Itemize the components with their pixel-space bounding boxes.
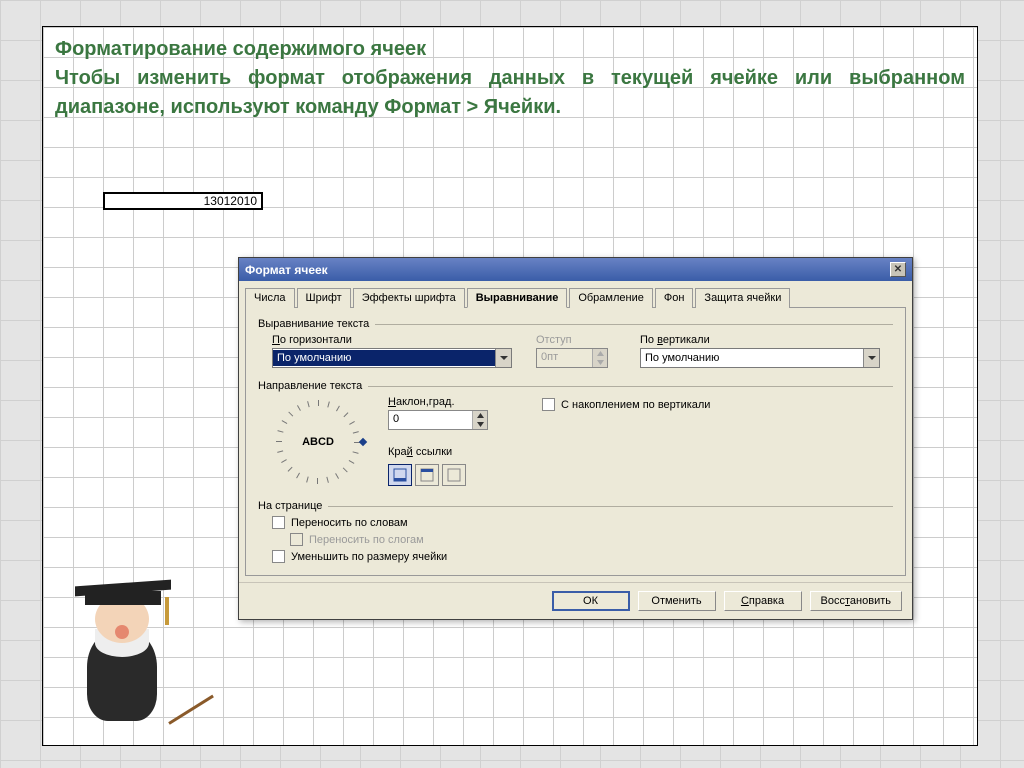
format-cells-dialog: Формат ячеек ✕ Числа Шрифт Эффекты шрифт… — [238, 257, 913, 620]
slide-body: Чтобы изменить формат отображения данных… — [55, 64, 965, 122]
tab-background[interactable]: Фон — [655, 288, 694, 308]
chevron-down-icon[interactable] — [863, 349, 879, 367]
shrink-checkbox[interactable]: Уменьшить по размеру ячейки — [272, 550, 893, 563]
indent-value: 0пт — [537, 349, 592, 367]
reset-button[interactable]: Восстановить — [810, 591, 902, 611]
tab-borders[interactable]: Обрамление — [569, 288, 653, 308]
ok-button[interactable]: ОК — [552, 591, 630, 611]
tilt-spinner[interactable]: 0 — [388, 410, 488, 430]
tab-font[interactable]: Шрифт — [297, 288, 351, 308]
spin-up-icon — [593, 349, 607, 358]
vertical-stack-checkbox[interactable]: С накоплением по вертикали — [542, 398, 710, 411]
ref-edge-1[interactable] — [388, 464, 412, 486]
tab-font-effects[interactable]: Эффекты шрифта — [353, 288, 465, 308]
horizontal-align-select[interactable]: По умолчанию — [272, 348, 512, 368]
tilt-value: 0 — [389, 411, 472, 429]
label-indent: Отступ — [536, 334, 616, 346]
wrap-words-label: Переносить по словам — [291, 517, 408, 529]
vertical-align-value: По умолчанию — [641, 350, 863, 366]
tab-numbers[interactable]: Числа — [245, 288, 295, 308]
horizontal-align-value: По умолчанию — [273, 350, 495, 366]
group-text-direction: Направление текста — [258, 380, 893, 392]
spreadsheet-cell: 13012010 — [103, 192, 263, 210]
shrink-label: Уменьшить по размеру ячейки — [291, 551, 447, 563]
tab-alignment[interactable]: Выравнивание — [467, 288, 568, 308]
help-button[interactable]: Справка — [724, 591, 802, 611]
vertical-stack-label: С накоплением по вертикали — [561, 399, 710, 411]
professor-illustration — [47, 561, 197, 731]
group-on-page: На странице — [258, 500, 893, 512]
close-icon[interactable]: ✕ — [890, 262, 906, 277]
dialog-title: Формат ячеек — [245, 263, 328, 277]
dialog-titlebar[interactable]: Формат ячеек ✕ — [239, 258, 912, 281]
wrap-words-checkbox[interactable]: Переносить по словам — [272, 516, 893, 529]
dialog-button-row: ОК Отменить Справка Восстановить — [239, 582, 912, 619]
label-tilt: Наклон,град. — [388, 396, 518, 408]
group-text-alignment: Выравнивание текста — [258, 318, 893, 330]
chevron-down-icon[interactable] — [495, 349, 511, 367]
wrap-syll-label: Переносить по слогам — [309, 534, 424, 546]
tab-strip: Числа Шрифт Эффекты шрифта Выравнивание … — [239, 281, 912, 307]
checkbox-icon — [542, 398, 555, 411]
label-ref-edge: Край ссылки — [388, 446, 518, 458]
slide-frame: Форматирование содержимого ячеек Чтобы и… — [42, 26, 978, 746]
slide-title: Форматирование содержимого ячеек — [55, 35, 965, 64]
ref-edge-2[interactable] — [415, 464, 439, 486]
rotation-dial[interactable]: ABCD — [272, 396, 364, 488]
indent-spinner: 0пт — [536, 348, 608, 368]
spin-down-icon — [593, 358, 607, 367]
wrap-syll-checkbox: Переносить по слогам — [272, 533, 893, 546]
checkbox-icon — [272, 550, 285, 563]
ref-edge-3[interactable] — [442, 464, 466, 486]
spin-down-icon[interactable] — [473, 420, 487, 429]
tab-protection[interactable]: Защита ячейки — [695, 288, 790, 308]
slide-heading: Форматирование содержимого ячеек Чтобы и… — [55, 35, 965, 122]
tab-panel-alignment: Выравнивание текста По По горизонталигор… — [245, 307, 906, 576]
checkbox-icon — [272, 516, 285, 529]
ref-edge-buttons — [388, 464, 518, 486]
cancel-button[interactable]: Отменить — [638, 591, 716, 611]
label-horizontal: По По горизонталигоризонтали — [272, 334, 512, 346]
label-vertical: По вертикали — [640, 334, 880, 346]
spin-up-icon[interactable] — [473, 411, 487, 420]
checkbox-icon — [290, 533, 303, 546]
vertical-align-select[interactable]: По умолчанию — [640, 348, 880, 368]
